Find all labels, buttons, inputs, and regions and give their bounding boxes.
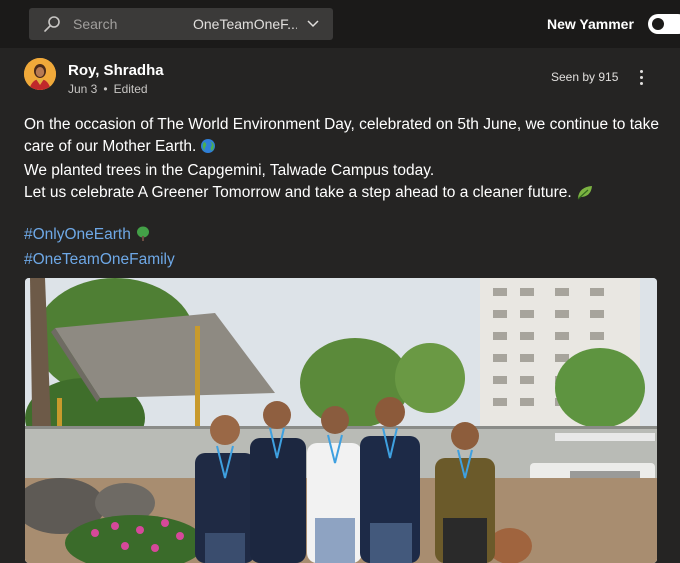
search-box[interactable]: Search OneTeamOneF... <box>29 8 333 40</box>
hashtag-oneteamonefamily[interactable]: #OneTeamOneFamily <box>24 249 175 271</box>
post-line-2: We planted trees in the Capgemini, Talwa… <box>24 162 435 180</box>
author-name[interactable]: Roy, Shradha <box>68 62 164 79</box>
post-date[interactable]: Jun 3 <box>68 82 97 96</box>
post-line-3: Let us celebrate A Greener Tomorrow and … <box>24 182 664 207</box>
tree-emoji <box>135 226 151 249</box>
separator-dot: • <box>103 82 108 96</box>
globe-emoji <box>200 138 216 161</box>
hashtag-onlyoneearth[interactable]: #OnlyOneEarth <box>24 224 175 249</box>
search-placeholder[interactable]: Search <box>73 16 117 32</box>
more-options-icon[interactable] <box>633 68 649 88</box>
new-yammer-label: New Yammer <box>547 16 634 32</box>
hashtags: #OnlyOneEarth #OneTeamOneFamily <box>24 224 175 271</box>
leaf-emoji <box>576 184 594 207</box>
top-bar: Search OneTeamOneF... New Yammer <box>0 0 680 48</box>
toggle-knob <box>652 18 664 30</box>
avatar-image <box>24 58 56 90</box>
post-meta: Jun 3 • Edited <box>68 82 148 96</box>
seen-by-count[interactable]: Seen by 915 <box>551 70 618 84</box>
post-body: On the occasion of The World Environment… <box>24 114 664 206</box>
post-line-1: On the occasion of The World Environment… <box>24 114 664 160</box>
post-card: Roy, Shradha Jun 3 • Edited Seen by 915 On… <box>0 48 680 563</box>
avatar[interactable] <box>24 58 56 90</box>
chevron-down-icon[interactable] <box>306 18 320 30</box>
post-photo[interactable] <box>25 278 657 563</box>
search-scope[interactable]: OneTeamOneF... <box>193 16 297 32</box>
search-icon <box>44 16 60 32</box>
new-yammer-toggle[interactable] <box>648 14 680 34</box>
group-photo <box>25 278 657 563</box>
edited-label: Edited <box>113 82 148 96</box>
